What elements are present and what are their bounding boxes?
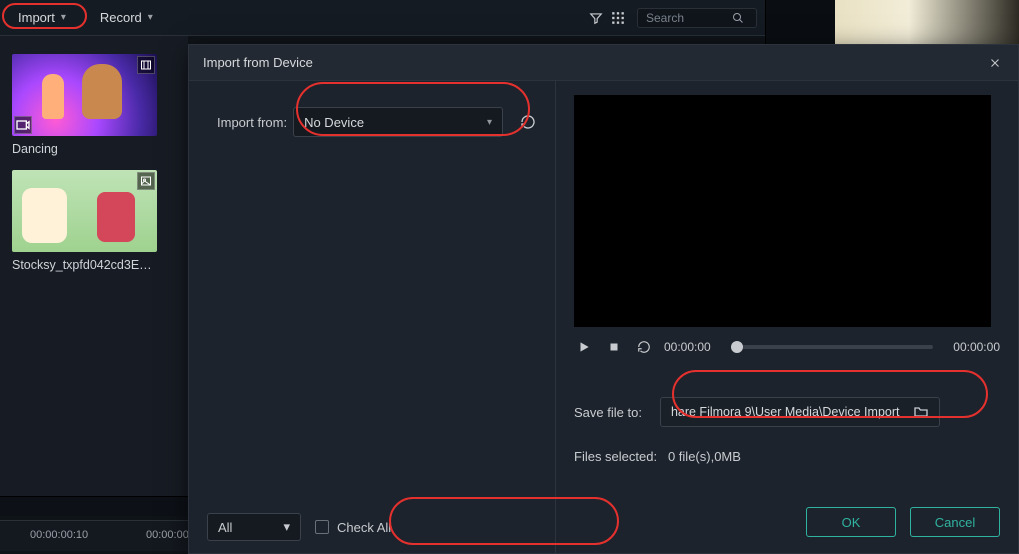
image-type-icon bbox=[137, 172, 155, 190]
files-selected-label: Files selected: bbox=[574, 449, 657, 464]
close-icon[interactable] bbox=[986, 54, 1004, 72]
seek-handle[interactable] bbox=[731, 341, 743, 353]
top-toolbar: Import ▾ Record ▾ bbox=[0, 0, 765, 36]
chevron-down-icon: ▾ bbox=[148, 12, 153, 23]
media-panel: Dancing Stocksy_txpfd042cd3EA... bbox=[0, 36, 188, 496]
record-menu-button[interactable]: Record ▾ bbox=[90, 6, 163, 29]
media-thumbnail bbox=[12, 170, 157, 252]
import-from-label: Import from: bbox=[217, 115, 287, 130]
rewind-icon[interactable] bbox=[634, 337, 654, 357]
media-caption: Dancing bbox=[12, 142, 157, 156]
preview-controls: 00:00:00 00:00:00 bbox=[574, 337, 1000, 357]
import-menu-button[interactable]: Import ▾ bbox=[8, 6, 76, 29]
media-caption: Stocksy_txpfd042cd3EA... bbox=[12, 258, 157, 272]
save-path-value: hare Filmora 9\User Media\Device Import bbox=[671, 405, 905, 419]
chevron-down-icon: ▾ bbox=[61, 12, 66, 23]
refresh-icon[interactable] bbox=[517, 111, 539, 133]
check-all-checkbox[interactable]: Check All bbox=[315, 520, 391, 535]
media-item[interactable]: Dancing bbox=[12, 54, 157, 156]
chevron-down-icon: ▾ bbox=[487, 117, 492, 128]
dialog-body: Import from: No Device ▾ All ▾ Check All bbox=[189, 81, 1018, 553]
dialog-right-pane: 00:00:00 00:00:00 Save file to: hare Fil… bbox=[556, 81, 1018, 553]
seek-slider[interactable] bbox=[731, 345, 934, 349]
dialog-title: Import from Device bbox=[203, 55, 313, 70]
play-icon[interactable] bbox=[574, 337, 594, 357]
ok-button[interactable]: OK bbox=[806, 507, 896, 537]
filmstrip-icon bbox=[137, 56, 155, 74]
import-from-device-dialog: Import from Device Import from: No Devic… bbox=[188, 44, 1019, 554]
media-item[interactable]: Stocksy_txpfd042cd3EA... bbox=[12, 170, 157, 272]
device-select[interactable]: No Device ▾ bbox=[293, 107, 503, 137]
preview-area bbox=[574, 95, 991, 327]
grid-view-icon[interactable] bbox=[607, 7, 629, 29]
dialog-header: Import from Device bbox=[189, 45, 1018, 81]
save-to-label: Save file to: bbox=[574, 405, 642, 420]
search-box[interactable] bbox=[637, 8, 757, 28]
timecode: 00:00:00:10 bbox=[30, 529, 88, 541]
filter-icon[interactable] bbox=[585, 7, 607, 29]
save-path-field[interactable]: hare Filmora 9\User Media\Device Import bbox=[660, 397, 940, 427]
chevron-down-icon: ▾ bbox=[283, 519, 290, 535]
cancel-button[interactable]: Cancel bbox=[910, 507, 1000, 537]
time-end: 00:00:00 bbox=[953, 340, 1000, 354]
external-video-thumb bbox=[835, 0, 1019, 44]
type-filter-value: All bbox=[218, 520, 232, 535]
folder-icon[interactable] bbox=[913, 404, 929, 420]
files-selected-value: 0 file(s),0MB bbox=[668, 449, 741, 464]
device-select-value: No Device bbox=[304, 115, 364, 130]
stop-icon[interactable] bbox=[604, 337, 624, 357]
import-label: Import bbox=[18, 10, 55, 25]
type-filter-select[interactable]: All ▾ bbox=[207, 513, 301, 541]
time-start: 00:00:00 bbox=[664, 340, 711, 354]
media-thumbnail bbox=[12, 54, 157, 136]
dialog-left-pane: Import from: No Device ▾ All ▾ Check All bbox=[189, 81, 556, 553]
checkbox-box bbox=[315, 520, 329, 534]
search-icon bbox=[732, 12, 744, 24]
record-label: Record bbox=[100, 10, 142, 25]
search-input[interactable] bbox=[646, 11, 726, 25]
panel-divider bbox=[0, 496, 188, 516]
video-type-icon bbox=[14, 116, 32, 134]
check-all-label: Check All bbox=[337, 520, 391, 535]
